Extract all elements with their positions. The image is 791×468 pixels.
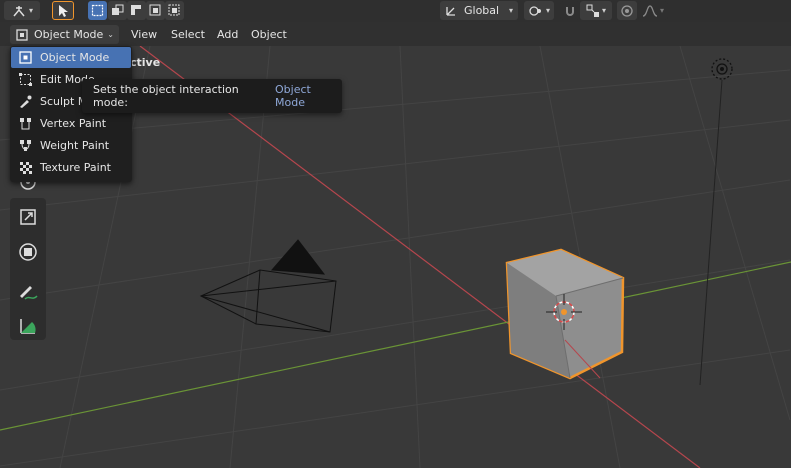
select-new-icon [91,4,104,17]
tool-header: ▾ Global ▾ ▾ ▾ ▾ [0,0,791,22]
camera-object [199,239,337,333]
scale-icon [20,209,36,225]
pencil-icon [20,286,38,300]
chevron-down-icon: ▾ [545,6,550,15]
mode-item-weight-paint[interactable]: Weight Paint [11,135,131,156]
transform-orientation-dropdown[interactable]: Global ▾ [440,1,518,20]
editor-type-button[interactable]: ▾ [4,1,40,20]
tooltip-text: Sets the object interaction mode: [93,83,239,109]
menu-add[interactable]: Add [212,25,243,44]
proportional-edit-icon [621,4,633,17]
mode-dropdown-menu: Object Mode Edit Mode Sculpt Mode Vertex… [10,46,132,182]
menu-object[interactable]: Object [246,25,292,44]
menu-view[interactable]: View [126,25,162,44]
select-mode-subtract-button[interactable] [127,1,146,20]
mode-item-label: Texture Paint [40,161,111,174]
chevron-down-icon: ▾ [508,6,513,15]
chevron-down-icon: ▾ [659,6,664,15]
object-mode-icon [18,51,32,64]
select-extend-icon [112,4,124,15]
tool-measure[interactable] [12,310,44,342]
snap-increment-icon [586,4,599,17]
viewport-info-text: ctive [130,56,161,69]
pivot-point-dropdown[interactable]: ▾ [524,1,554,20]
measure-icon [20,319,36,334]
orientation-icon [446,6,455,16]
mode-selector-button[interactable]: Object Mode ⌄ [10,25,119,44]
mode-selector-label: Object Mode [34,28,104,41]
select-mode-intersect-button[interactable] [165,1,184,20]
tool-transform[interactable] [12,236,44,268]
texture-paint-icon [19,162,32,174]
tool-scale[interactable] [12,201,44,233]
magnet-icon [566,6,574,16]
mode-item-label: Object Mode [40,51,110,64]
transform-orientation-label: Global [464,4,500,17]
edit-mode-icon [18,73,32,86]
snap-toggle[interactable] [560,1,580,20]
select-mode-invert-button[interactable] [146,1,165,20]
transform-icon [19,243,37,261]
mode-item-texture-paint[interactable]: Texture Paint [11,157,131,178]
proportional-falloff-dropdown[interactable]: ▾ [638,1,668,20]
select-mode-new-button[interactable] [88,1,107,20]
chevron-down-icon: ▾ [601,6,606,15]
tool-annotate[interactable] [12,276,44,308]
select-intersect-icon [168,4,180,16]
viewport-header: Object Mode ⌄ View Select Add Object [0,22,791,46]
mode-item-label: Weight Paint [40,139,110,152]
mode-item-label: Vertex Paint [40,117,107,130]
snap-target-dropdown[interactable]: ▾ [580,1,612,20]
pivot-icon [529,5,541,16]
menu-select[interactable]: Select [166,25,210,44]
mode-tooltip: Sets the object interaction mode: Object… [82,79,342,113]
y-axis-line [0,261,791,431]
mode-item-vertex-paint[interactable]: Vertex Paint [11,113,131,134]
vertex-paint-icon [19,118,31,130]
view3d-icon [13,5,25,16]
select-subtract-icon [131,5,142,16]
sculpt-mode-icon [19,95,31,108]
select-tool-button[interactable] [52,1,74,20]
proportional-editing-toggle[interactable] [617,1,637,20]
chevron-down-icon: ⌄ [107,30,114,39]
select-invert-icon [149,4,161,16]
mode-item-object[interactable]: Object Mode [11,47,131,68]
cursor-icon [59,4,68,17]
falloff-curve-icon [642,4,658,17]
tooltip-value: Object Mode [275,83,311,109]
chevron-down-icon: ▾ [28,6,33,15]
object-mode-icon [16,28,28,41]
select-mode-extend-button[interactable] [108,1,127,20]
weight-paint-icon [19,140,31,151]
